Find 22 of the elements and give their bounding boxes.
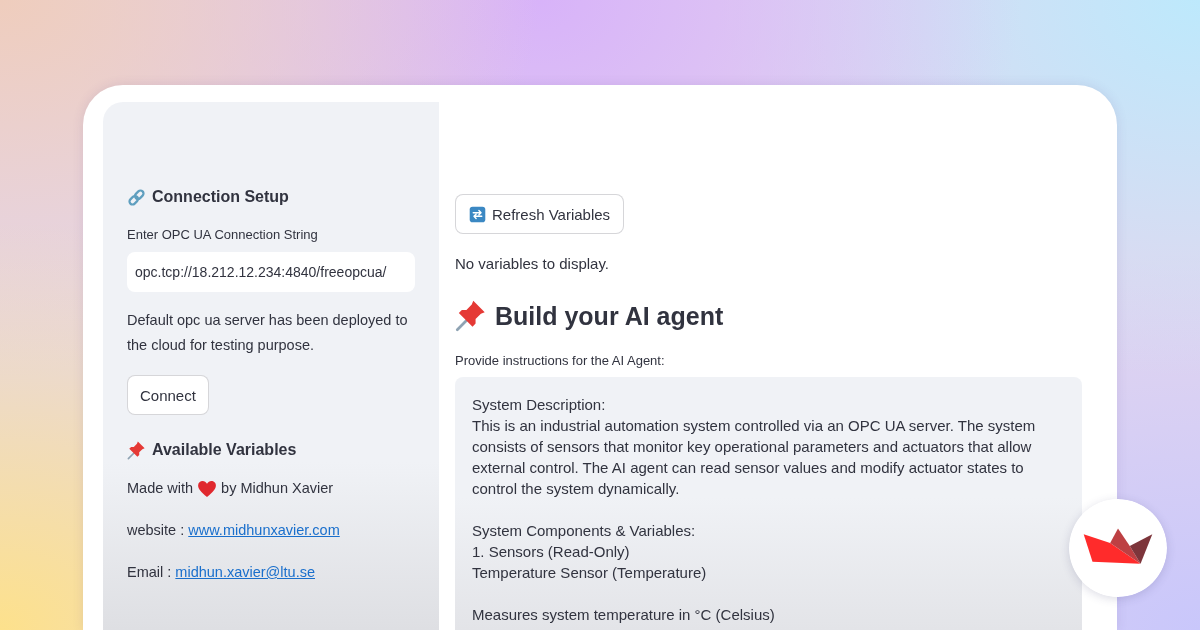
link-icon bbox=[127, 187, 146, 207]
contact-link[interactable]: www.midhunxavier.com bbox=[188, 522, 340, 538]
section-heading: Connection Setup bbox=[152, 187, 289, 207]
info-text: Default opc ua server has been deployed to the cloud for testing purpose. bbox=[127, 311, 409, 355]
credit-text: by Midhun Xavier bbox=[221, 479, 334, 498]
connect-button[interactable]: Connect bbox=[127, 375, 209, 415]
credit-text: Made with bbox=[127, 479, 194, 498]
section-heading: Available Variables bbox=[152, 440, 297, 460]
refresh-button[interactable]: Refresh Variables bbox=[455, 194, 625, 234]
refresh-icon bbox=[469, 205, 486, 223]
pushpin-icon bbox=[455, 300, 487, 332]
field-label: Provide instructions for the AI Agent: bbox=[455, 352, 665, 370]
contact-text: website : www.midhunxavier.com bbox=[127, 521, 340, 540]
heart-icon bbox=[198, 480, 217, 497]
page-heading: Build your AI agent bbox=[495, 301, 724, 332]
contact-link[interactable]: midhun.xavier@ltu.se bbox=[175, 564, 315, 580]
empty-message: No variables to display. bbox=[455, 254, 609, 274]
connection-string-field[interactable]: opc.tcp://18.212.12.234:4840/freeopcua/ bbox=[127, 252, 415, 292]
field-label: Enter OPC UA Connection String bbox=[127, 226, 318, 244]
contact-text: Email : midhun.xavier@ltu.se bbox=[127, 563, 315, 582]
instructions-field[interactable]: System Description: This is an industrial automation system controlled via an OPC UA server. The system consists of sensors that monitor key operational parameters and actuators that allow external control. The AI agent can read sensor values and modify actuator states to control the system dynamically. System Components & Variables: 1. Sensors (Read-Only) Temperature Sensor (Temperature) Measures system temperature in °C (Celsius) bbox=[455, 377, 1082, 630]
pushpin-icon bbox=[127, 440, 146, 460]
